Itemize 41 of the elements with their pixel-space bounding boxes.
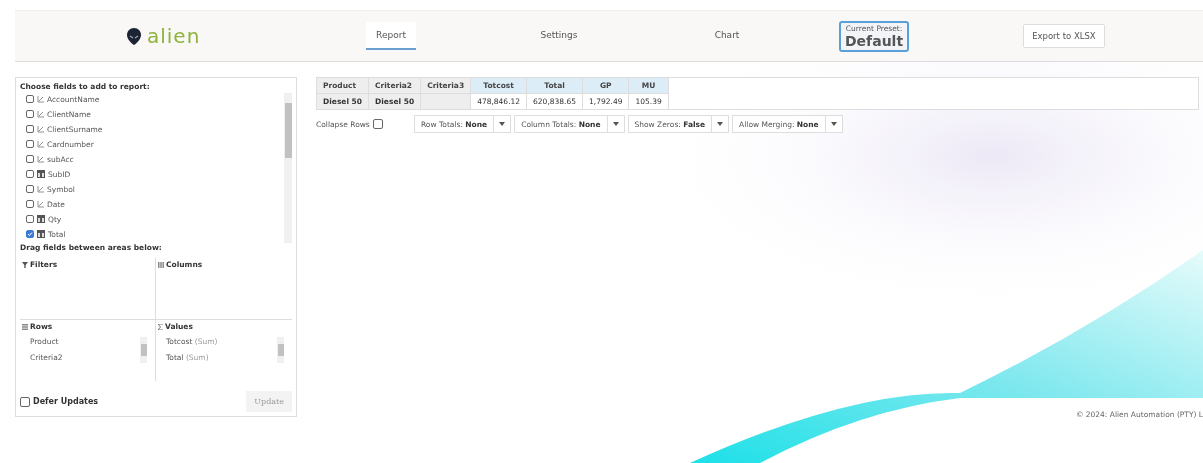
filter-icon [22,261,28,268]
checkbox[interactable] [26,200,34,209]
logo-wordmark: alien [147,24,201,48]
caret-icon [499,122,506,126]
checkbox[interactable] [26,110,34,119]
sigma-icon [158,323,163,330]
checkbox[interactable] [26,230,34,239]
text-field-icon [37,110,44,118]
alien-head-icon [127,27,141,45]
text-field-icon [37,200,44,208]
checkbox[interactable] [26,140,34,149]
scrollbar[interactable] [140,337,147,363]
checkbox[interactable] [26,155,34,164]
table-icon [37,230,45,239]
checkbox-label: Defer Updates [33,397,99,406]
checkbox[interactable] [26,125,34,134]
caret-icon [717,122,724,126]
caret-icon [612,122,619,126]
checkbox[interactable] [26,95,34,104]
text-field-icon [37,95,44,103]
scrollbar[interactable] [284,93,292,243]
checkbox[interactable] [372,119,383,129]
rows-icon [22,323,28,330]
scrollbar[interactable] [277,337,284,363]
preset-value: Default [845,32,904,49]
checkbox[interactable] [26,170,34,179]
tab[interactable]: Report [366,22,416,50]
table-icon [37,215,45,224]
caret-icon [830,122,837,126]
text-field-icon [37,185,44,193]
export-button[interactable]: Export to XLSX [1023,24,1105,48]
tab[interactable]: Chart [704,22,750,50]
text-field-icon [37,140,44,148]
checkbox[interactable] [26,215,34,224]
columns-icon [158,261,164,268]
text-field-icon [37,155,44,163]
checkbox[interactable] [20,396,30,407]
checkbox[interactable] [26,185,34,194]
table-icon [37,170,45,179]
tab[interactable]: Settings [530,22,588,50]
text-field-icon [37,125,44,133]
